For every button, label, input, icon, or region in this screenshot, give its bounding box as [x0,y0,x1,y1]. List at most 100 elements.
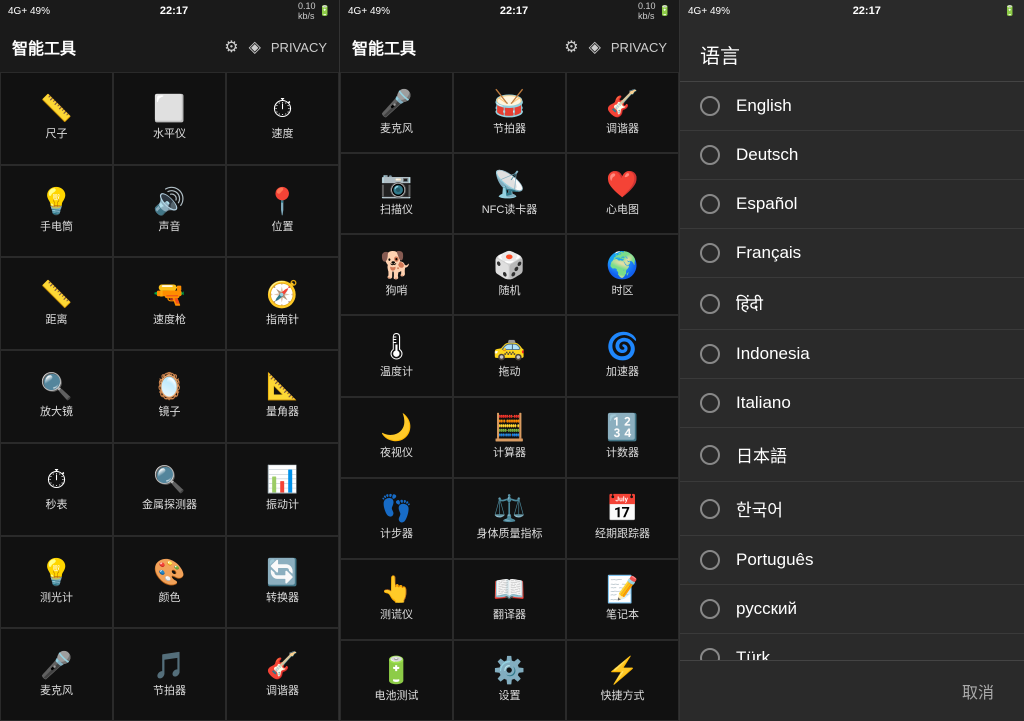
tool-item[interactable]: 🎸 调谐器 [566,72,679,153]
tool-item[interactable]: 🔫 速度枪 [113,257,226,350]
status-left-3: 4G+ 49% [688,6,730,17]
cancel-button[interactable]: 取消 [952,673,1004,709]
tool-item[interactable]: 🔍 放大镜 [0,350,113,443]
tool-icon: 🔊 [153,188,185,214]
gear-icon-1[interactable]: ⚙ [224,37,238,57]
tool-item[interactable]: 📐 量角器 [226,350,339,443]
status-right-3: 🔋 [1004,6,1016,17]
tool-icon: 🎲 [493,252,525,278]
tool-item[interactable]: 🧮 计算器 [453,397,566,478]
tool-item[interactable]: 🔊 声音 [113,165,226,258]
tool-label: 节拍器 [493,120,526,136]
language-name: Français [736,243,801,263]
tool-icon: 🔄 [266,559,298,585]
language-item[interactable]: Italiano [680,379,1024,428]
tool-item[interactable]: 🎵 节拍器 [113,628,226,721]
tool-item[interactable]: 🔢 计数器 [566,397,679,478]
language-item[interactable]: Português [680,536,1024,585]
tool-icon: 🎤 [380,90,412,116]
tool-item[interactable]: ❤️ 心电图 [566,153,679,234]
tool-item[interactable]: 🪞 镜子 [113,350,226,443]
tool-item[interactable]: 👣 计步器 [340,478,453,559]
language-item[interactable]: 한국어 [680,482,1024,536]
tool-item[interactable]: 💡 测光计 [0,536,113,629]
tool-icon: 👣 [380,495,412,521]
language-item[interactable]: Français [680,229,1024,278]
tool-item[interactable]: 🎤 麦克风 [340,72,453,153]
tool-label: 调谐器 [266,682,299,698]
tool-item[interactable]: 📡 NFC读卡器 [453,153,566,234]
tool-label: NFC读卡器 [482,201,538,217]
tool-label: 秒表 [46,496,68,512]
tool-item[interactable]: 📝 笔记本 [566,559,679,640]
tool-icon: 🔢 [606,414,638,440]
tool-item[interactable]: 🌀 加速器 [566,315,679,396]
tool-item[interactable]: 🧭 指南针 [226,257,339,350]
tool-item[interactable]: 🥁 节拍器 [453,72,566,153]
tool-icon: 📊 [266,466,298,492]
language-radio [700,445,720,465]
language-item[interactable]: Deutsch [680,131,1024,180]
tool-item[interactable]: 🎸 调谐器 [226,628,339,721]
tool-label: 温度计 [380,363,413,379]
tool-icon: 🥁 [493,90,525,116]
tool-item[interactable]: 🔍 金属探测器 [113,443,226,536]
location-icon-1[interactable]: ◈ [249,37,261,57]
language-header: 语言 [680,22,1024,82]
tool-item[interactable]: 🔋 电池测试 [340,640,453,721]
tool-item[interactable]: 🔄 转换器 [226,536,339,629]
tool-item[interactable]: 📷 扫描仪 [340,153,453,234]
tool-item[interactable]: 📅 经期跟踪器 [566,478,679,559]
tool-item[interactable]: 📊 振动计 [226,443,339,536]
tool-icon: 🔋 [380,657,412,683]
language-item[interactable]: Türk [680,634,1024,660]
tool-item[interactable]: ⬜ 水平仪 [113,72,226,165]
language-item[interactable]: Indonesia [680,330,1024,379]
tool-item[interactable]: 🐕 狗哨 [340,234,453,315]
tool-icon: 📍 [266,188,298,214]
tool-label: 拖动 [499,363,521,379]
gear-icon-2[interactable]: ⚙ [564,37,578,57]
language-item[interactable]: 日本語 [680,428,1024,482]
tool-item[interactable]: 📍 位置 [226,165,339,258]
tool-item[interactable]: 📖 翻译器 [453,559,566,640]
privacy-label-2[interactable]: PRIVACY [611,40,667,55]
tool-item[interactable]: ⚖️ 身体质量指标 [453,478,566,559]
tool-item[interactable]: 🌡 温度计 [340,315,453,396]
tool-item[interactable]: 🚕 拖动 [453,315,566,396]
tool-item[interactable]: 📏 距离 [0,257,113,350]
tool-label: 身体质量指标 [477,525,543,541]
network-indicator-1: 4G+ 49% [8,6,50,17]
tool-item[interactable]: 🌙 夜视仪 [340,397,453,478]
tool-item[interactable]: 👆 测谎仪 [340,559,453,640]
language-item[interactable]: русский [680,585,1024,634]
privacy-label-1[interactable]: PRIVACY [271,40,327,55]
tool-item[interactable]: 📏 尺子 [0,72,113,165]
status-bar-3: 4G+ 49% 22:17 🔋 [680,0,1024,22]
tool-icon: ⬜ [153,95,185,121]
tool-item[interactable]: ⏱ 秒表 [0,443,113,536]
tool-item[interactable]: 🎲 随机 [453,234,566,315]
tool-item[interactable]: 🌍 时区 [566,234,679,315]
time-3: 22:17 [853,5,881,17]
tool-icon: 🐕 [380,252,412,278]
language-item[interactable]: हिंदी [680,278,1024,330]
tool-label: 麦克风 [380,120,413,136]
tool-label: 快捷方式 [601,687,645,703]
app-panel-2: 4G+ 49% 22:17 0.10kb/s 🔋 智能工具 ⚙ ◈ PRIVAC… [340,0,680,721]
tool-item[interactable]: 💡 手电筒 [0,165,113,258]
tool-item[interactable]: ⚡ 快捷方式 [566,640,679,721]
tool-item[interactable]: 🎤 麦克风 [0,628,113,721]
tool-label: 调谐器 [606,120,639,136]
language-footer: 取消 [680,660,1024,721]
tool-label: 狗哨 [386,282,408,298]
language-item[interactable]: English [680,82,1024,131]
location-icon-2[interactable]: ◈ [589,37,601,57]
tool-item[interactable]: ⚙️ 设置 [453,640,566,721]
language-radio [700,194,720,214]
tool-item[interactable]: ⏱ 速度 [226,72,339,165]
tool-icon: ⏱ [46,466,66,492]
top-bar-1: 智能工具 ⚙ ◈ PRIVACY [0,22,339,72]
tool-item[interactable]: 🎨 颜色 [113,536,226,629]
language-item[interactable]: Español [680,180,1024,229]
